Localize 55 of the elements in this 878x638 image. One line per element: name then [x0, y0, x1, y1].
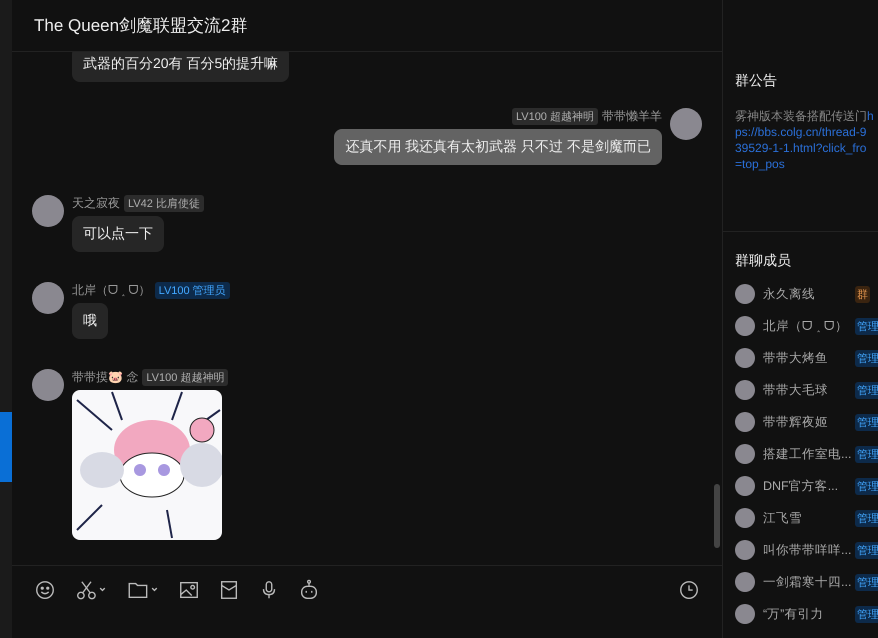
- member-name[interactable]: 叫你带带咩咩...: [763, 542, 855, 558]
- member-name[interactable]: DNF官方客...: [763, 478, 855, 494]
- message-bubble: 武器的百分20有 百分5的提升嘛: [72, 52, 290, 82]
- member-name[interactable]: 带带大毛球: [763, 382, 855, 398]
- message-bubble: 还真不用 我还真有太初武器 只不过 不是剑魔而已: [334, 129, 662, 165]
- member-avatar-placeholder[interactable]: [735, 540, 755, 560]
- sender-name: 带带懒羊羊: [602, 108, 662, 125]
- notice-link[interactable]: 39529-1-1.html?click_fro: [735, 140, 878, 156]
- message-bubble: 可以点一下: [72, 216, 164, 252]
- sender-name: 天之寂夜: [72, 195, 120, 212]
- image-icon[interactable]: [178, 579, 200, 601]
- message-bubble: 哦: [72, 303, 108, 339]
- avatar-placeholder[interactable]: [32, 369, 64, 401]
- member-avatar-placeholder[interactable]: [735, 508, 755, 528]
- notice-link[interactable]: ps://bbs.colg.cn/thread-9: [735, 124, 878, 140]
- sender-name: 北岸（ᗜ ˰ ᗜ）: [72, 282, 151, 299]
- emoji-icon[interactable]: [34, 579, 56, 601]
- member-avatar-placeholder[interactable]: [735, 316, 755, 336]
- level-badge: LV42 比肩使徒: [124, 195, 204, 212]
- member-avatar-placeholder[interactable]: [735, 348, 755, 368]
- chat-title: The Queen剑魔联盟交流2群: [34, 15, 248, 37]
- member-avatar-placeholder[interactable]: [735, 604, 755, 624]
- member-avatar-placeholder[interactable]: [735, 380, 755, 400]
- member-name[interactable]: 搭建工作室电...: [763, 446, 855, 462]
- member-name[interactable]: 带带辉夜姬: [763, 414, 855, 430]
- member-avatar-placeholder[interactable]: [735, 444, 755, 464]
- notice-link[interactable]: h: [867, 109, 874, 123]
- member-name[interactable]: 江飞雪: [763, 510, 855, 526]
- avatar-placeholder[interactable]: [670, 108, 702, 140]
- members-title: 群聊成员: [735, 252, 792, 270]
- member-avatar-placeholder[interactable]: [735, 476, 755, 496]
- robot-icon[interactable]: [298, 579, 320, 601]
- member-avatar-placeholder[interactable]: [735, 284, 755, 304]
- role-badge: 群: [855, 286, 870, 302]
- sender-name: 带带摸🐷 念: [72, 369, 138, 386]
- envelope-icon[interactable]: [218, 579, 240, 601]
- level-badge: LV100 管理员: [154, 282, 230, 299]
- scrollbar[interactable]: [714, 484, 720, 548]
- notice-link[interactable]: =top_pos: [735, 156, 878, 172]
- history-clock-icon[interactable]: [678, 579, 700, 601]
- member-name[interactable]: 北岸（ᗜ ˰ ᗜ）: [763, 318, 855, 334]
- avatar-placeholder[interactable]: [32, 282, 64, 314]
- member-avatar-placeholder[interactable]: [735, 572, 755, 592]
- notice-title: 群公告: [735, 72, 778, 90]
- member-name[interactable]: 永久离线: [763, 286, 855, 302]
- member-avatar-placeholder[interactable]: [735, 412, 755, 432]
- avatar-placeholder[interactable]: [32, 195, 64, 227]
- nav-indicator: [0, 412, 12, 482]
- member-name[interactable]: 一剑霜寒十四...: [763, 574, 855, 590]
- member-name[interactable]: 带带大烤鱼: [763, 350, 855, 366]
- scissors-icon[interactable]: [74, 579, 108, 601]
- notice-text: 雾神版本装备搭配传送门: [735, 109, 867, 123]
- level-badge: LV100 超越神明: [142, 369, 228, 386]
- member-name[interactable]: “万”有引力: [763, 606, 855, 622]
- level-badge: LV100 超越神明: [512, 108, 598, 125]
